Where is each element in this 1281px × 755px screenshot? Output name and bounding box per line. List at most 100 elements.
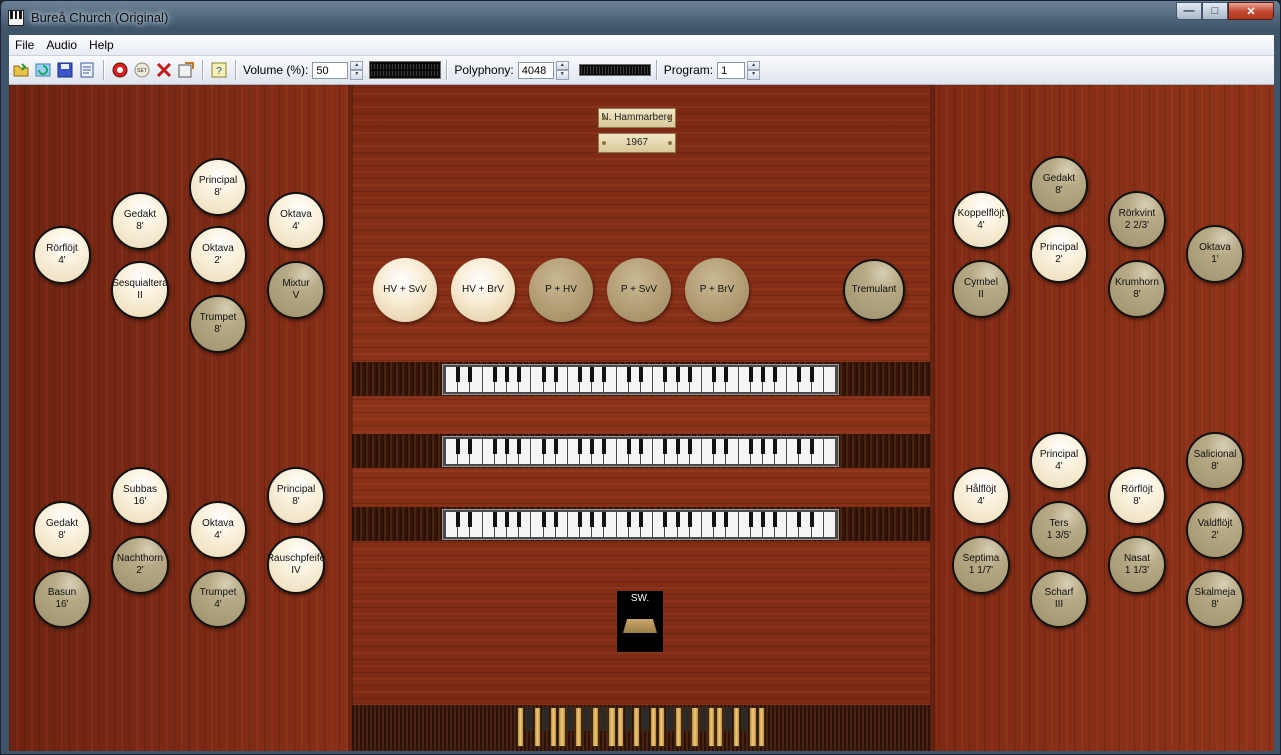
manual-key[interactable] [653, 439, 668, 464]
pedal-key[interactable] [616, 707, 624, 747]
manual-key[interactable] [823, 512, 835, 537]
stop-knob[interactable]: Salicional 8' [1186, 432, 1244, 490]
swell-pedal[interactable]: SW. [617, 591, 663, 652]
pedal-key[interactable] [641, 707, 649, 731]
pedal-key[interactable] [525, 707, 533, 731]
pedal-key[interactable] [707, 707, 716, 747]
pedal-key[interactable] [550, 707, 558, 747]
manual-key[interactable] [701, 439, 717, 464]
pedal-key[interactable] [575, 707, 583, 747]
coupler-p-brv[interactable]: P + BrV [685, 258, 749, 322]
pedal-key[interactable] [566, 707, 575, 731]
program-spinner[interactable]: ▲ ▼ [747, 60, 761, 80]
manual-key[interactable] [616, 367, 632, 392]
manual-key[interactable] [653, 367, 668, 392]
stop-knob[interactable]: Subbas 16' [111, 467, 169, 525]
stop-knob[interactable]: Septima 1 1/7' [952, 536, 1010, 594]
stop-knob[interactable]: Koppelflöjt 4' [952, 191, 1010, 249]
set-icon[interactable]: SET [134, 62, 150, 78]
pedal-key[interactable] [732, 707, 741, 747]
pedal-key[interactable] [649, 707, 658, 747]
manual-key[interactable] [567, 439, 583, 464]
manual-key[interactable] [823, 439, 835, 464]
stop-knob[interactable]: Nachthorn 2' [111, 536, 169, 594]
polyphony-input[interactable]: 4048 [517, 61, 554, 79]
manual-keyboard-2[interactable] [442, 436, 839, 467]
manual-key[interactable] [616, 439, 632, 464]
stop-knob[interactable]: Oktava 2' [189, 226, 247, 284]
coupler-p-svv[interactable]: P + SvV [607, 258, 671, 322]
menu-help[interactable]: Help [83, 35, 120, 52]
volume-input[interactable]: 50 [312, 61, 349, 79]
pedal-key[interactable] [608, 707, 616, 747]
coupler-hv-svv[interactable]: HV + SvV [373, 258, 437, 322]
manual-key[interactable] [482, 512, 497, 537]
pedal-key[interactable] [691, 707, 699, 747]
stop-knob[interactable]: Gedakt 8' [33, 501, 91, 559]
manual-key[interactable] [653, 512, 668, 537]
manual-key[interactable] [482, 439, 497, 464]
manual-keyboard-3[interactable] [442, 509, 839, 540]
properties-icon[interactable] [79, 62, 95, 78]
manual-key[interactable] [701, 512, 717, 537]
pedal-key[interactable] [757, 707, 765, 747]
stop-knob[interactable]: Gedakt 8' [111, 192, 169, 250]
minimize-button[interactable]: — [1176, 2, 1202, 20]
stop-knob[interactable]: Hålflöjt 4' [952, 467, 1010, 525]
maximize-button[interactable]: □ [1202, 2, 1228, 20]
manual-key[interactable] [787, 439, 802, 464]
manual-key[interactable] [787, 367, 802, 392]
stop-knob[interactable]: Oktava 4' [189, 501, 247, 559]
pedal-key[interactable] [517, 707, 525, 747]
manual-key[interactable] [446, 439, 461, 464]
stop-knob[interactable]: Principal 4' [1030, 432, 1088, 490]
coupler-p-hv[interactable]: P + HV [529, 258, 593, 322]
menu-file[interactable]: File [9, 35, 40, 52]
stop-knob[interactable]: Skalmeja 8' [1186, 570, 1244, 628]
pedal-key[interactable] [599, 707, 608, 731]
reload-icon[interactable] [35, 62, 51, 78]
stop-knob[interactable]: Principal 8' [267, 467, 325, 525]
coupler-hv-brv[interactable]: HV + BrV [451, 258, 515, 322]
manual-key[interactable] [701, 367, 717, 392]
pedal-key[interactable] [633, 707, 641, 747]
stop-knob[interactable]: Oktava 1' [1186, 225, 1244, 283]
stop-knob[interactable]: Principal 8' [189, 158, 247, 216]
stop-knob[interactable]: Principal 2' [1030, 225, 1088, 283]
manual-key[interactable] [531, 439, 546, 464]
manual-key[interactable] [446, 367, 461, 392]
manual-key[interactable] [616, 512, 632, 537]
panic-icon[interactable] [156, 62, 172, 78]
pedal-key[interactable] [699, 707, 707, 731]
tremulant-knob[interactable]: Tremulant [843, 259, 905, 321]
pedalboard[interactable] [517, 707, 765, 747]
pedal-key[interactable] [541, 707, 550, 731]
volume-spinner[interactable]: ▲ ▼ [350, 60, 364, 80]
pedal-key[interactable] [658, 707, 666, 747]
manual-key[interactable] [531, 367, 546, 392]
stop-knob[interactable]: Nasat 1 1/3' [1108, 536, 1166, 594]
stop-knob[interactable]: Trumpet 8' [189, 295, 247, 353]
manual-key[interactable] [738, 367, 753, 392]
pedal-key[interactable] [558, 707, 566, 747]
close-button[interactable]: ✕ [1228, 2, 1274, 20]
manual-key[interactable] [823, 367, 835, 392]
pedal-key[interactable] [583, 707, 591, 731]
pedal-key[interactable] [724, 707, 732, 731]
stop-knob[interactable]: Rauschpfeife IV [267, 536, 325, 594]
stop-knob[interactable]: Rörkvint 2 2/3' [1108, 191, 1166, 249]
pedal-key[interactable] [591, 707, 599, 747]
save-icon[interactable] [57, 62, 73, 78]
stop-knob[interactable]: Krumhorn 8' [1108, 260, 1166, 318]
help-icon[interactable]: ? [211, 62, 227, 78]
manual-key[interactable] [738, 439, 753, 464]
stop-knob[interactable]: Scharf III [1030, 570, 1088, 628]
title-bar[interactable]: Bureå Church (Original) — □ ✕ [1, 1, 1280, 34]
pedal-key[interactable] [741, 707, 749, 731]
manual-key[interactable] [567, 512, 583, 537]
pedal-key[interactable] [716, 707, 724, 747]
stop-knob[interactable]: Ters 1 3/5' [1030, 501, 1088, 559]
manual-key[interactable] [787, 512, 802, 537]
open-folder-icon[interactable] [13, 62, 29, 78]
pedal-key[interactable] [533, 707, 541, 747]
